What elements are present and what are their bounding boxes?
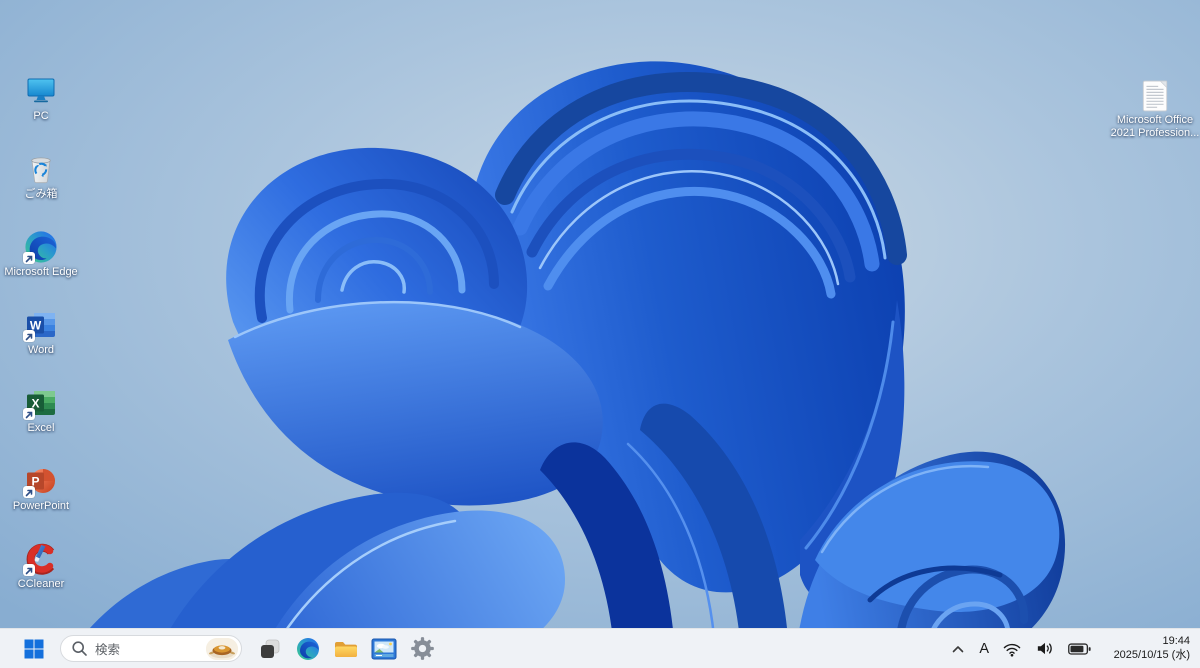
desktop-icon-recycle-bin[interactable]: ごみ箱 bbox=[2, 152, 80, 230]
desktop-icon-excel[interactable]: X Excel bbox=[2, 386, 80, 464]
speaker-icon bbox=[1037, 642, 1052, 655]
chevron-up-icon bbox=[953, 645, 964, 652]
desktop-icon-label-line2: 2021 Profession... bbox=[1110, 126, 1200, 139]
shortcut-arrow-icon bbox=[23, 252, 35, 264]
taskbar-edge-button[interactable] bbox=[290, 632, 326, 666]
wifi-button[interactable] bbox=[1000, 634, 1024, 664]
volume-button[interactable] bbox=[1033, 634, 1057, 664]
desktop-icon-label: Microsoft Edge bbox=[4, 266, 78, 278]
taskbar: 検索 A 19:44 2025/10/15 (水) bbox=[0, 628, 1200, 668]
task-view-button[interactable] bbox=[252, 632, 288, 666]
search-icon bbox=[72, 641, 87, 656]
desktop-icon-office-file[interactable]: Microsoft Office 2021 Profession... bbox=[1103, 80, 1200, 140]
search-placeholder: 検索 bbox=[95, 643, 121, 657]
shortcut-arrow-icon bbox=[23, 564, 35, 576]
recycle-bin-icon bbox=[31, 157, 51, 184]
desktop-icon-label: ごみ箱 bbox=[24, 188, 58, 200]
desktop-icon-label-line1: Microsoft Office bbox=[1116, 114, 1194, 126]
desktop-icon-powerpoint[interactable]: P PowerPoint bbox=[2, 464, 80, 542]
desktop-icon-pc[interactable]: PC bbox=[2, 74, 80, 152]
shortcut-arrow-icon bbox=[23, 408, 35, 420]
system-tray: A 19:44 2025/10/15 (水) bbox=[948, 634, 1200, 664]
desktop-icon-column: PC ごみ箱 Microsoft Edge W Word X Excel P P… bbox=[2, 74, 80, 620]
desktop-icon-label: PowerPoint bbox=[12, 500, 70, 512]
desktop-icon-word[interactable]: W Word bbox=[2, 308, 80, 386]
desktop-icon-label: CCleaner bbox=[17, 578, 65, 590]
image-viewer-icon bbox=[371, 638, 397, 659]
windows-bloom-wallpaper bbox=[0, 0, 1200, 668]
wifi-icon bbox=[1003, 643, 1021, 657]
battery-icon bbox=[1068, 642, 1091, 655]
desktop-icon-ccleaner[interactable]: CCleaner bbox=[2, 542, 80, 620]
tray-chevron-button[interactable] bbox=[948, 634, 968, 664]
windows-logo-icon bbox=[24, 639, 44, 658]
image-viewer-button[interactable] bbox=[366, 632, 402, 666]
folder-icon bbox=[335, 641, 357, 657]
text-document-icon bbox=[1142, 80, 1168, 112]
clock-time: 19:44 bbox=[1162, 634, 1190, 647]
desktop-icon-label: Word bbox=[27, 344, 55, 356]
settings-button[interactable] bbox=[404, 632, 440, 666]
edge-icon bbox=[297, 637, 319, 660]
taskbar-left-group: 検索 bbox=[0, 632, 440, 666]
start-button[interactable] bbox=[16, 632, 52, 666]
desktop-icon-label: PC bbox=[33, 110, 49, 122]
shortcut-arrow-icon bbox=[23, 486, 35, 498]
search-box[interactable]: 検索 bbox=[60, 635, 242, 662]
battery-button[interactable] bbox=[1066, 634, 1093, 664]
clock[interactable]: 19:44 2025/10/15 (水) bbox=[1102, 635, 1190, 663]
ime-mode-indicator[interactable]: A bbox=[977, 634, 991, 664]
desktop-icon-label: Excel bbox=[27, 422, 55, 434]
file-explorer-button[interactable] bbox=[328, 632, 364, 666]
shortcut-arrow-icon bbox=[23, 330, 35, 342]
task-view-icon bbox=[261, 639, 280, 658]
pc-monitor-icon bbox=[27, 78, 55, 103]
pie-photo-icon bbox=[206, 637, 238, 660]
search-highlight-image[interactable] bbox=[206, 637, 238, 660]
clock-date: 2025/10/15 (水) bbox=[1113, 648, 1190, 661]
gear-icon bbox=[410, 637, 434, 660]
desktop: PC ごみ箱 Microsoft Edge W Word X Excel P P… bbox=[0, 0, 1200, 668]
desktop-icon-edge[interactable]: Microsoft Edge bbox=[2, 230, 80, 308]
